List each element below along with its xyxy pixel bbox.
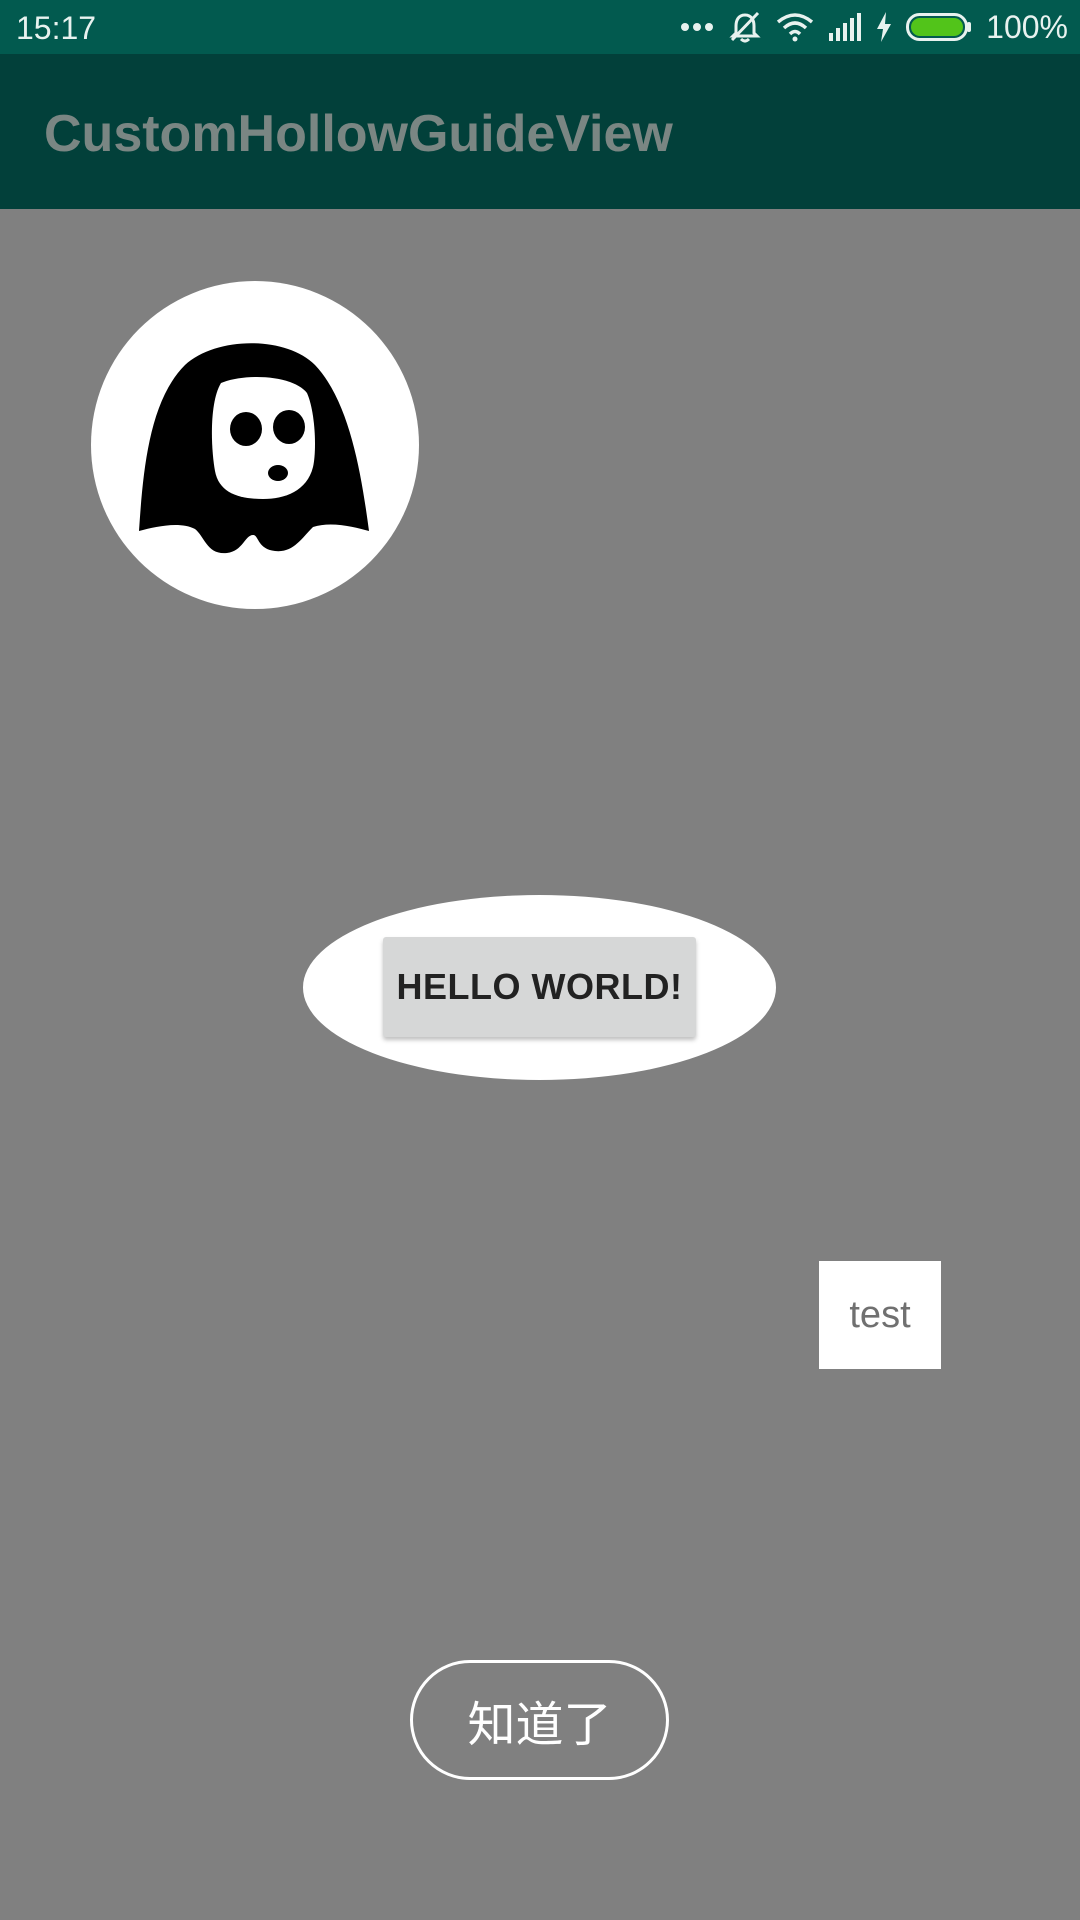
screen: 15:17 100% CustomHollowGuideView HELLO W… xyxy=(0,0,1080,1920)
signal-icon xyxy=(828,13,862,41)
more-dots-icon xyxy=(680,21,714,33)
hello-world-button[interactable]: HELLO WORLD! xyxy=(383,937,696,1037)
test-highlight[interactable]: test xyxy=(819,1261,941,1369)
charging-icon xyxy=(876,12,892,42)
got-it-button[interactable]: 知道了 xyxy=(410,1660,669,1780)
app-bar: CustomHollowGuideView xyxy=(0,54,1080,209)
status-icons: 100% xyxy=(680,6,1068,48)
test-label: test xyxy=(849,1293,911,1336)
wifi-icon xyxy=(776,12,814,42)
battery-icon xyxy=(906,13,972,41)
avatar-highlight[interactable] xyxy=(91,281,419,609)
status-bar: 15:17 100% xyxy=(0,0,1080,54)
app-title: CustomHollowGuideView xyxy=(44,105,673,163)
battery-percent: 100% xyxy=(986,9,1068,45)
status-time: 15:17 xyxy=(16,10,97,46)
alarm-off-icon xyxy=(728,10,762,44)
ghost-mask-icon xyxy=(139,343,369,554)
